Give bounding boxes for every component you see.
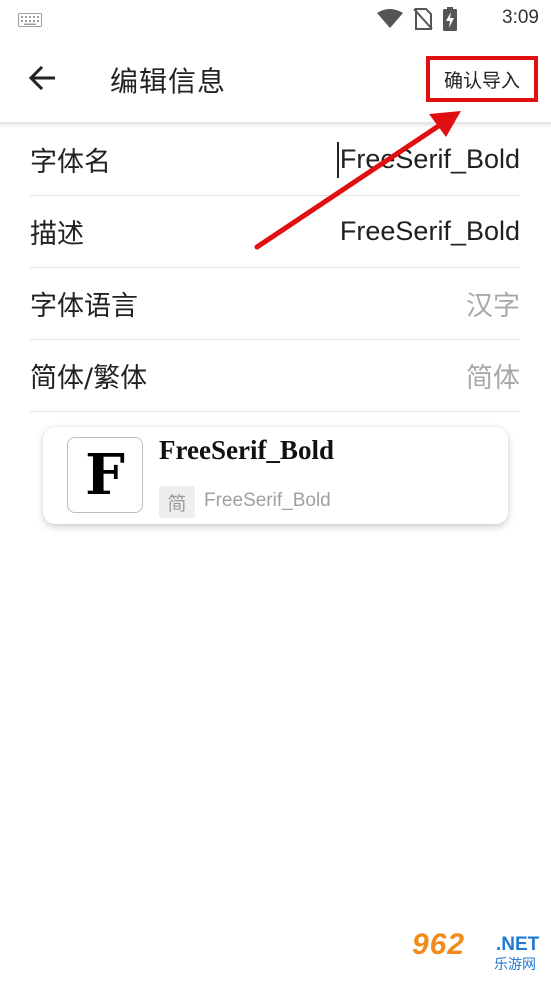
keyboard-icon	[18, 12, 42, 31]
arrow-left-icon	[28, 65, 56, 94]
confirm-import-button[interactable]: 确认导入	[426, 56, 538, 102]
battery-charging-icon	[443, 7, 457, 35]
font-language-value[interactable]: 汉字	[466, 284, 520, 323]
font-name-label: 字体名	[30, 147, 111, 178]
script-variant-row[interactable]: 简体/繁体 简体	[30, 340, 520, 412]
page-title: 编辑信息	[110, 65, 227, 98]
description-row[interactable]: 描述 FreeSerif_Bold	[30, 196, 520, 268]
script-variant-value[interactable]: 简体	[466, 356, 520, 395]
toolbar: 编辑信息 确认导入	[0, 36, 551, 122]
font-language-row[interactable]: 字体语言 汉字	[30, 268, 520, 340]
text-cursor	[336, 141, 339, 178]
font-name-value: FreeSerif_Bold	[339, 144, 520, 174]
no-sim-icon	[413, 8, 433, 34]
site-watermark: 962 .NET 乐游网	[412, 928, 546, 976]
font-thumbnail: F	[67, 437, 143, 513]
script-variant-label: 简体/繁体	[30, 363, 148, 394]
font-name-input[interactable]: FreeSerif_Bold	[336, 141, 520, 178]
description-label: 描述	[30, 219, 84, 250]
font-preview-card[interactable]: F FreeSerif_Bold 简 FreeSerif_Bold	[43, 427, 508, 524]
back-button[interactable]	[22, 60, 62, 100]
watermark-logo: 962	[412, 928, 466, 961]
script-tag-badge: 简	[159, 486, 195, 518]
description-input[interactable]: FreeSerif_Bold	[340, 216, 520, 247]
status-bar: 3:09	[0, 0, 551, 36]
watermark-net: .NET	[496, 934, 540, 955]
wifi-icon	[377, 9, 403, 33]
font-preview-subtitle: FreeSerif_Bold	[204, 490, 331, 511]
watermark-sub: 乐游网	[494, 957, 536, 973]
clock: 3:09	[502, 7, 539, 28]
font-name-row[interactable]: 字体名 FreeSerif_Bold	[30, 124, 520, 196]
font-preview-title: FreeSerif_Bold	[159, 435, 334, 465]
font-language-label: 字体语言	[30, 291, 138, 322]
font-info-form: 字体名 FreeSerif_Bold 描述 FreeSerif_Bold 字体语…	[30, 124, 520, 412]
